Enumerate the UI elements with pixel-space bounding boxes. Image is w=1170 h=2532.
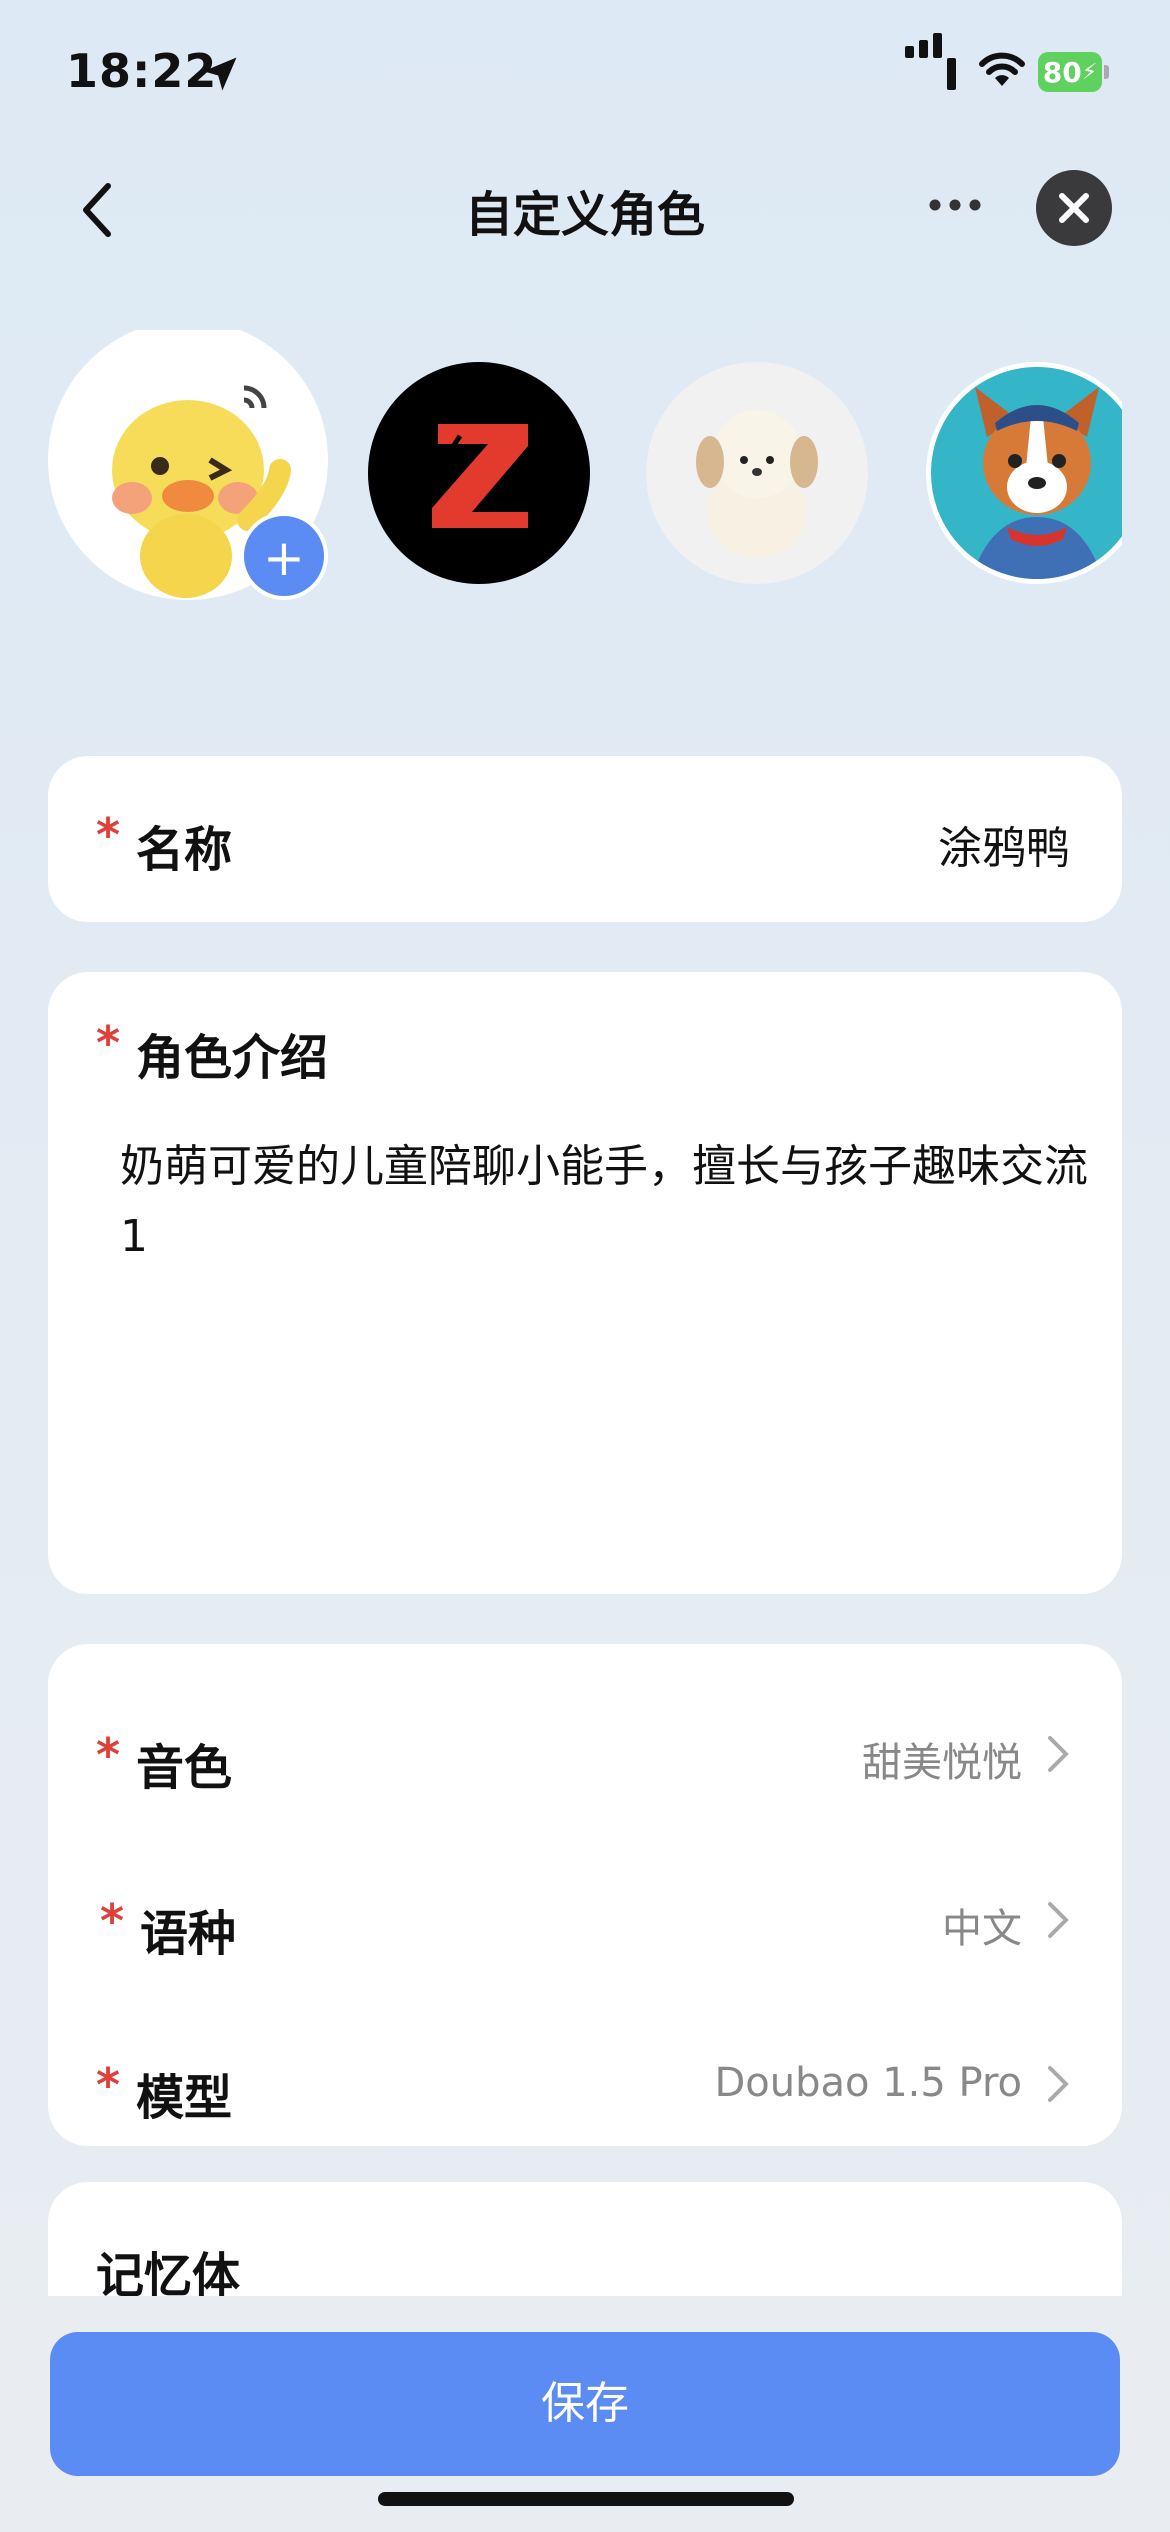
model-row[interactable]: * 模型 Doubao 1.5 Pro bbox=[48, 2018, 1122, 2138]
required-mark: * bbox=[96, 2058, 121, 2112]
memory-card[interactable]: 记忆体 bbox=[48, 2182, 1122, 2304]
z-logo-icon bbox=[432, 424, 528, 528]
name-label: 名称 bbox=[136, 822, 233, 878]
chevron-right-icon bbox=[1048, 1736, 1069, 1772]
required-mark: * bbox=[100, 1894, 125, 1948]
chevron-right-icon bbox=[1048, 1902, 1069, 1938]
intro-card[interactable]: * 角色介绍 奶萌可爱的儿童陪聊小能手，擅长与孩子趣味交流1 bbox=[48, 972, 1122, 1594]
voice-value: 甜美悦悦 bbox=[862, 1740, 1022, 1786]
location-arrow-icon bbox=[203, 57, 237, 91]
required-mark: * bbox=[96, 1728, 121, 1782]
page-title: 自定义角色 bbox=[464, 187, 705, 243]
name-card[interactable]: * 名称 涂鸦鸭 bbox=[48, 756, 1122, 922]
status-time: 18:22 bbox=[66, 44, 218, 98]
model-value: Doubao 1.5 Pro bbox=[714, 2060, 1023, 2106]
name-value[interactable]: 涂鸦鸭 bbox=[938, 812, 1070, 876]
add-avatar-button[interactable]: + bbox=[240, 512, 328, 600]
close-button[interactable] bbox=[1036, 170, 1112, 246]
battery-level: 80 bbox=[1042, 55, 1082, 89]
home-indicator bbox=[378, 2492, 794, 2506]
more-options-icon[interactable] bbox=[925, 190, 985, 220]
voice-label: 音色 bbox=[136, 1740, 233, 1796]
close-icon bbox=[1059, 193, 1089, 223]
save-button[interactable]: 保存 bbox=[50, 2332, 1120, 2476]
avatar-plush-dog[interactable] bbox=[646, 362, 868, 584]
voice-row[interactable]: * 音色 甜美悦悦 bbox=[48, 1684, 1122, 1824]
intro-textarea[interactable]: 奶萌可爱的儿童陪聊小能手，擅长与孩子趣味交流1 bbox=[120, 1132, 1090, 1272]
language-value: 中文 bbox=[942, 1906, 1022, 1952]
wifi-icon bbox=[979, 52, 1025, 86]
language-label: 语种 bbox=[140, 1906, 237, 1962]
plush-dog-icon bbox=[696, 410, 818, 558]
intro-label: 角色介绍 bbox=[136, 1030, 329, 1086]
avatar-cartoon-dog[interactable] bbox=[926, 362, 1122, 584]
avatar-z-logo[interactable] bbox=[368, 362, 590, 584]
battery-icon: 80 ⚡ bbox=[1038, 52, 1110, 92]
cartoon-dog-icon bbox=[971, 387, 1103, 579]
language-row[interactable]: * 语种 中文 bbox=[48, 1850, 1122, 1990]
model-label: 模型 bbox=[136, 2070, 233, 2126]
required-mark: * bbox=[96, 1016, 121, 1070]
settings-card: * 音色 甜美悦悦 * 语种 中文 * 模型 Doubao 1.5 Pro bbox=[48, 1644, 1122, 2146]
required-mark: * bbox=[96, 808, 121, 862]
chevron-right-icon bbox=[1048, 2066, 1069, 2102]
avatar-carousel[interactable]: + bbox=[0, 330, 1122, 620]
